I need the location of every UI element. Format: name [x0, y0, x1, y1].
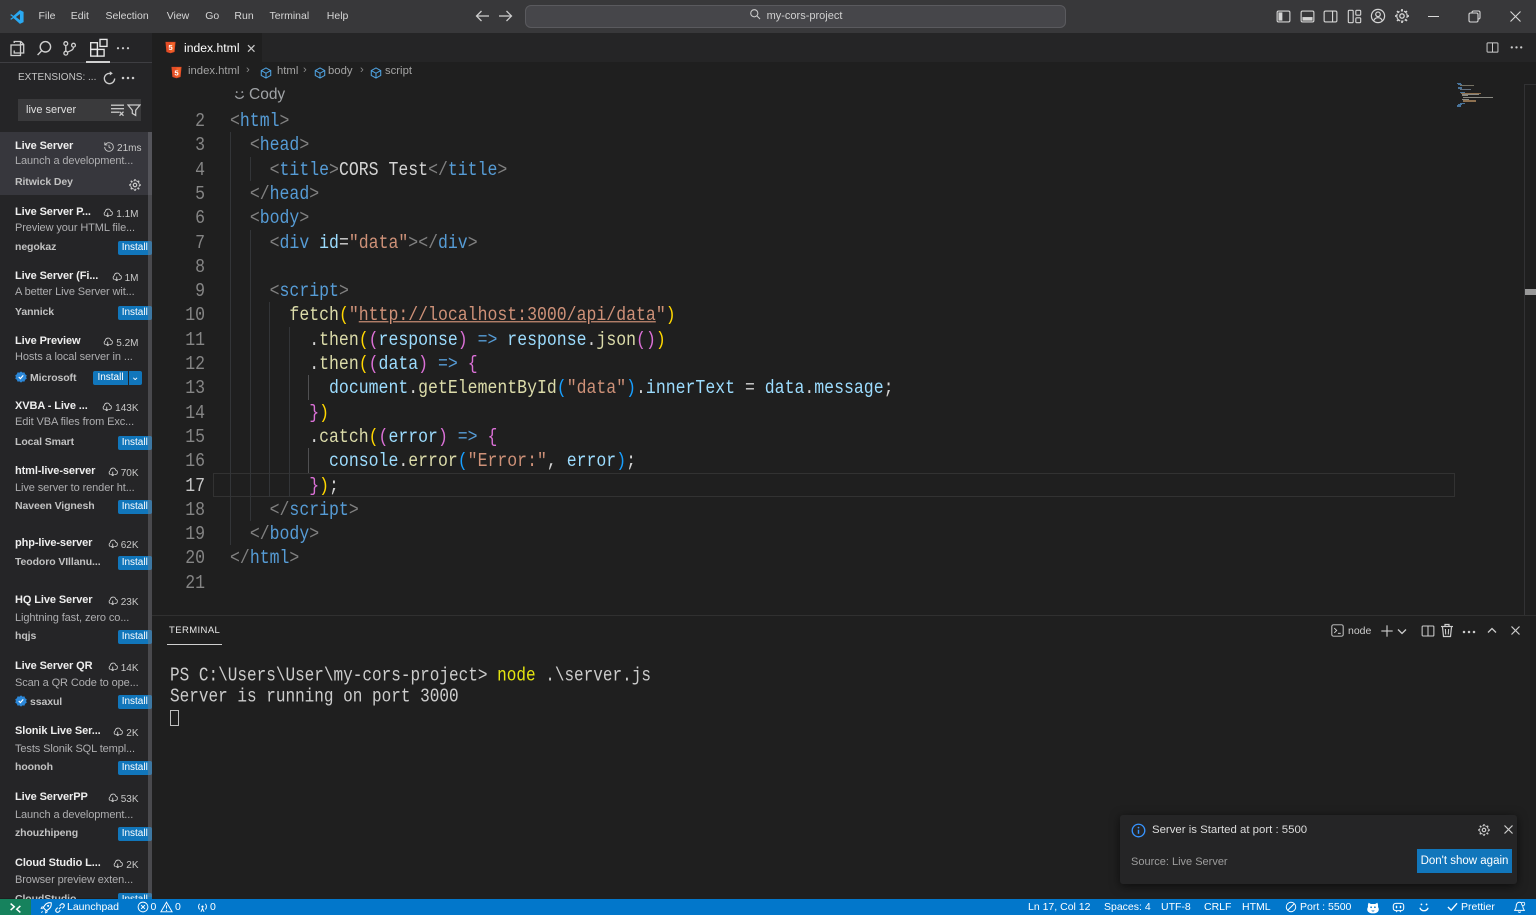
- svg-text:5: 5: [168, 43, 173, 52]
- svg-text:5: 5: [174, 68, 179, 77]
